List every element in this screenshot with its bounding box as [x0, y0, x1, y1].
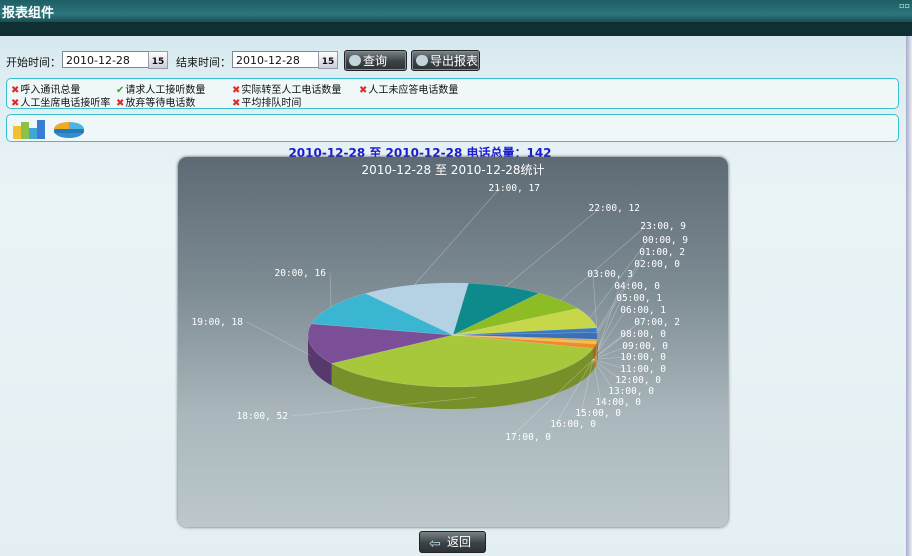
bar-chart-icon[interactable]	[12, 118, 46, 140]
export-icon	[416, 55, 428, 66]
pie-label-22: 16:00, 0	[550, 419, 596, 430]
legend-label: 放弃等待电话数	[125, 98, 196, 109]
start-time-label: 开始时间：	[6, 56, 61, 69]
scrollbar-edge	[906, 36, 912, 556]
pie-label-18: 12:00, 0	[615, 375, 661, 386]
pie-label-6: 00:00, 9	[642, 235, 688, 246]
pie-label-15: 09:00, 0	[622, 341, 668, 352]
pie-chart-svg: 2010-12-28 至 2010-12-28统计 18:00, 52 19:00,…	[192, 163, 689, 443]
start-calendar-icon[interactable]: 15	[148, 51, 168, 69]
start-date-input[interactable]: 2010-12-28	[62, 51, 150, 68]
window-control-icon[interactable]: ▫▫	[899, 1, 910, 10]
pie-label-14: 08:00, 0	[620, 329, 666, 340]
pie-label-20: 14:00, 0	[595, 397, 641, 408]
end-date-input[interactable]: 2010-12-28	[232, 51, 320, 68]
pie-label-11: 05:00, 1	[616, 293, 662, 304]
end-calendar-icon[interactable]: 15	[318, 51, 338, 69]
x-icon: ✖	[116, 98, 125, 109]
search-icon	[349, 55, 361, 66]
pie-label-0: 18:00, 52	[237, 411, 288, 422]
title-bar: 报表组件 ▫▫	[0, 0, 912, 36]
pie-label-2: 20:00, 16	[275, 268, 327, 279]
chart-toolbar-panel	[6, 114, 899, 142]
pie-label-8: 02:00, 0	[634, 259, 680, 270]
back-button-label: 返回	[447, 535, 472, 549]
query-button[interactable]: 查询	[344, 50, 407, 71]
back-button[interactable]: ⇦ 返回	[419, 531, 486, 553]
back-arrow-icon: ⇦	[429, 536, 441, 552]
legend-item-6[interactable]: ✖平均排队时间	[232, 94, 301, 109]
legend-panel: ✖呼入通讯总量 ✔请求人工接听数量 ✖实际转至人工电话数量 ✖人工未应答电话数量…	[6, 78, 899, 109]
legend-item-4[interactable]: ✖人工坐席电话接听率	[11, 94, 110, 109]
legend-item-5[interactable]: ✖放弃等待电话数	[116, 94, 195, 109]
x-icon: ✖	[11, 98, 20, 109]
legend-label: 人工未应答电话数量	[368, 85, 459, 96]
legend-label: 平均排队时间	[241, 98, 302, 109]
pie-label-12: 06:00, 1	[620, 305, 666, 316]
label-leader-2	[329, 272, 332, 307]
label-leader-1	[246, 321, 311, 356]
pie-label-1: 19:00, 18	[192, 317, 244, 328]
pie-chart: 2010-12-28 至 2010-12-28统计 18:00, 52 19:00,…	[178, 157, 728, 527]
legend-label: 人工坐席电话接听率	[20, 98, 111, 109]
title-bar-shadow	[0, 22, 912, 36]
pie-label-3: 21:00, 17	[489, 183, 540, 194]
pie-label-16: 10:00, 0	[620, 352, 666, 363]
pie-label-9: 03:00, 3	[587, 269, 633, 280]
label-leader-4	[505, 207, 601, 287]
query-button-label: 查询	[363, 54, 388, 68]
legend-item-3[interactable]: ✖人工未应答电话数量	[359, 81, 458, 96]
pie-label-13: 07:00, 2	[634, 317, 680, 328]
pie-label-10: 04:00, 0	[614, 281, 660, 292]
pie-label-4: 22:00, 12	[589, 203, 640, 214]
pie-label-21: 15:00, 0	[575, 408, 621, 419]
pie-label-17: 11:00, 0	[620, 364, 666, 375]
chart-title: 2010-12-28 至 2010-12-28统计	[361, 163, 544, 177]
x-icon: ✖	[359, 85, 368, 96]
pie-label-23: 17:00, 0	[505, 432, 551, 443]
end-time-label: 结束时间：	[176, 56, 231, 69]
export-button[interactable]: 导出报表	[411, 50, 480, 71]
label-leader-3	[414, 187, 501, 286]
pie-chart-icon[interactable]	[52, 118, 86, 140]
pie-label-19: 13:00, 0	[608, 386, 654, 397]
pie-label-7: 01:00, 2	[639, 247, 685, 258]
x-icon: ✖	[232, 98, 241, 109]
window-title: 报表组件	[2, 6, 55, 21]
pie-label-5: 23:00, 9	[640, 221, 686, 232]
export-button-label: 导出报表	[430, 54, 479, 68]
